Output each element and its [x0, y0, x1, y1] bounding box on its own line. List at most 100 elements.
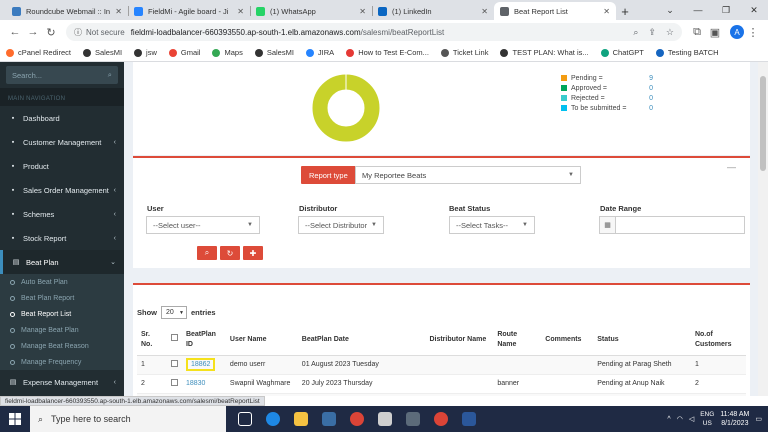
- bookmark-jira[interactable]: JIRA: [305, 48, 334, 57]
- clock[interactable]: 11:48 AM 8/1/2023: [720, 410, 749, 428]
- menu-icon[interactable]: ⋮: [744, 26, 762, 39]
- bookmark-gmail[interactable]: Gmail: [168, 48, 200, 57]
- edge-icon[interactable]: [266, 412, 280, 426]
- scrollbar-thumb[interactable]: [760, 76, 766, 171]
- sidebar-item-dashboard[interactable]: ▪ Dashboard: [0, 106, 124, 130]
- close-icon[interactable]: ✕: [359, 7, 366, 16]
- app-icon[interactable]: [378, 412, 392, 426]
- bookmark-maps[interactable]: Maps: [212, 48, 243, 57]
- taskbar-search-input[interactable]: ⌕ Type here to search: [30, 406, 226, 432]
- reload-icon[interactable]: ↻: [42, 26, 60, 39]
- donut-slice-pending[interactable]: [312, 74, 380, 142]
- extensions-icon[interactable]: ⧉: [688, 26, 706, 39]
- select-all-checkbox[interactable]: [170, 334, 178, 342]
- route-name-cell: [493, 355, 542, 375]
- search-icon[interactable]: ⌕: [633, 27, 638, 38]
- sidebar-subitem-auto-beat-plan[interactable]: Auto Beat Plan: [0, 274, 124, 290]
- collapse-icon[interactable]: —: [727, 162, 736, 172]
- table-row[interactable]: 1 18862 demo userr 01 August 2023 Tuesday Pe…: [137, 355, 746, 375]
- browser-tab[interactable]: (1) LinkedIn ✕: [372, 2, 494, 20]
- word-icon[interactable]: [462, 412, 476, 426]
- close-window-icon[interactable]: ✕: [740, 0, 768, 20]
- search-button[interactable]: ⌕: [197, 246, 217, 260]
- info-icon[interactable]: ⓘ: [74, 27, 82, 38]
- bookmark-testing-batch[interactable]: Testing BATCH: [655, 48, 719, 57]
- close-icon[interactable]: ✕: [115, 7, 122, 16]
- close-icon[interactable]: ✕: [481, 7, 488, 16]
- tab-favicon-icon: [500, 6, 509, 16]
- network-icon[interactable]: ◠: [677, 415, 683, 423]
- legend-value: 9: [649, 74, 653, 82]
- volume-icon[interactable]: ◁: [689, 415, 694, 423]
- report-type-select[interactable]: My Reportee Beats ▼: [355, 166, 581, 184]
- task-view-icon[interactable]: [238, 412, 252, 426]
- notifications-icon[interactable]: ▭: [755, 415, 762, 423]
- tab-search-icon[interactable]: ⌄: [656, 0, 684, 20]
- sidebar-subitem-label: Beat Report List: [21, 310, 72, 318]
- add-button[interactable]: ✚: [243, 246, 263, 260]
- app-icon[interactable]: [406, 412, 420, 426]
- sidebar-item-sales-order-management[interactable]: ▪ Sales Order Management ‹: [0, 178, 124, 202]
- sidebar-item-beat-plan[interactable]: ▤ Beat Plan ⌄: [0, 250, 124, 274]
- sidebar-item-schemes[interactable]: ▪ Schemes ‹: [0, 202, 124, 226]
- url-input[interactable]: ⓘ Not secure fieldmi-loadbalancer-660393…: [66, 23, 682, 41]
- file-explorer-icon[interactable]: [294, 412, 308, 426]
- sidebar-subitem-manage-frequency[interactable]: Manage Frequency: [0, 354, 124, 370]
- bookmark-salesmi[interactable]: SalesMI: [254, 48, 294, 57]
- report-type-button[interactable]: Report type: [301, 166, 356, 184]
- distributor-select[interactable]: --Select Distributor ▼: [298, 216, 384, 234]
- bookmark-test-plan-what-is[interactable]: TEST PLAN: What is...: [500, 48, 589, 57]
- user-select[interactable]: --Select user-- ▼: [146, 216, 260, 234]
- bookmark-how-to-test-e-com[interactable]: How to Test E-Com...: [346, 48, 429, 57]
- reset-button[interactable]: ↻: [220, 246, 240, 260]
- bookmark-label: ChatGPT: [612, 48, 644, 57]
- sidebar-subitem-manage-beat-plan[interactable]: Manage Beat Plan: [0, 322, 124, 338]
- bookmark-salesmi[interactable]: SalesMI: [82, 48, 122, 57]
- chevron-up-icon[interactable]: ^: [667, 416, 670, 423]
- row-checkbox[interactable]: [170, 360, 178, 367]
- back-icon[interactable]: ←: [6, 26, 24, 38]
- language-indicator[interactable]: ENG US: [700, 410, 714, 428]
- sidebar-item-product[interactable]: ▪ Product: [0, 154, 124, 178]
- bookmark-cpanel-redirect[interactable]: cPanel Redirect: [6, 48, 71, 57]
- sidebar-search-input[interactable]: Search... ⌕: [6, 66, 118, 84]
- store-icon[interactable]: [322, 412, 336, 426]
- beatplan-id-link[interactable]: 18830: [186, 380, 205, 387]
- sidepanel-icon[interactable]: ▣: [706, 26, 724, 39]
- browser-tab[interactable]: FieldMi - Agile board - Ji ✕: [128, 2, 250, 20]
- chrome-icon[interactable]: [350, 412, 364, 426]
- new-tab-button[interactable]: +: [616, 2, 634, 20]
- row-checkbox[interactable]: [170, 379, 178, 386]
- page-scrollbar[interactable]: [758, 62, 768, 396]
- table-row[interactable]: 2 18830 Swapnil Waghmare 20 July 2023 Thurs…: [137, 374, 746, 394]
- bookmark-ticket-link[interactable]: Ticket Link: [440, 48, 488, 57]
- forward-icon[interactable]: →: [24, 26, 42, 38]
- sidebar-subitem-beat-plan-report[interactable]: Beat Plan Report: [0, 290, 124, 306]
- sidebar-item-stock-report[interactable]: ▪ Stock Report ‹: [0, 226, 124, 250]
- close-icon[interactable]: ✕: [237, 7, 244, 16]
- sidebar-subitem-beat-report-list[interactable]: Beat Report List: [0, 306, 124, 322]
- browser-tab[interactable]: Roundcube Webmail :: In ✕: [6, 2, 128, 20]
- column-header: No.of Customers: [690, 325, 746, 356]
- date-range-input[interactable]: ▦: [599, 216, 745, 234]
- share-icon[interactable]: ⇪: [648, 27, 656, 38]
- sidebar-item-customer-management[interactable]: ▪ Customer Management ‹: [0, 130, 124, 154]
- profile-avatar[interactable]: A: [730, 25, 744, 39]
- browser-tab[interactable]: Beat Report List ✕: [494, 2, 616, 20]
- bookmark-chatgpt[interactable]: ChatGPT: [600, 48, 644, 57]
- bookmark-jsw[interactable]: jsw: [134, 48, 157, 57]
- search-icon: ⌕: [204, 248, 210, 257]
- close-icon[interactable]: ✕: [603, 7, 610, 16]
- sidebar-subitem-manage-beat-reason[interactable]: Manage Beat Reason: [0, 338, 124, 354]
- minimize-icon[interactable]: —: [684, 0, 712, 20]
- beatplan-id-link[interactable]: 18862: [185, 358, 216, 371]
- start-button[interactable]: [0, 413, 30, 425]
- maximize-icon[interactable]: ❐: [712, 0, 740, 20]
- search-icon[interactable]: ⌕: [108, 70, 112, 80]
- beat-status-select[interactable]: --Select Tasks-- ▼: [449, 216, 535, 234]
- chrome-icon[interactable]: [434, 412, 448, 426]
- sidebar-item-expense-management[interactable]: ▤ Expense Management ‹: [0, 370, 124, 394]
- entries-select[interactable]: 20 ▼: [161, 306, 187, 319]
- browser-tab[interactable]: (1) WhatsApp ✕: [250, 2, 372, 20]
- bookmark-star-icon[interactable]: ☆: [666, 27, 674, 38]
